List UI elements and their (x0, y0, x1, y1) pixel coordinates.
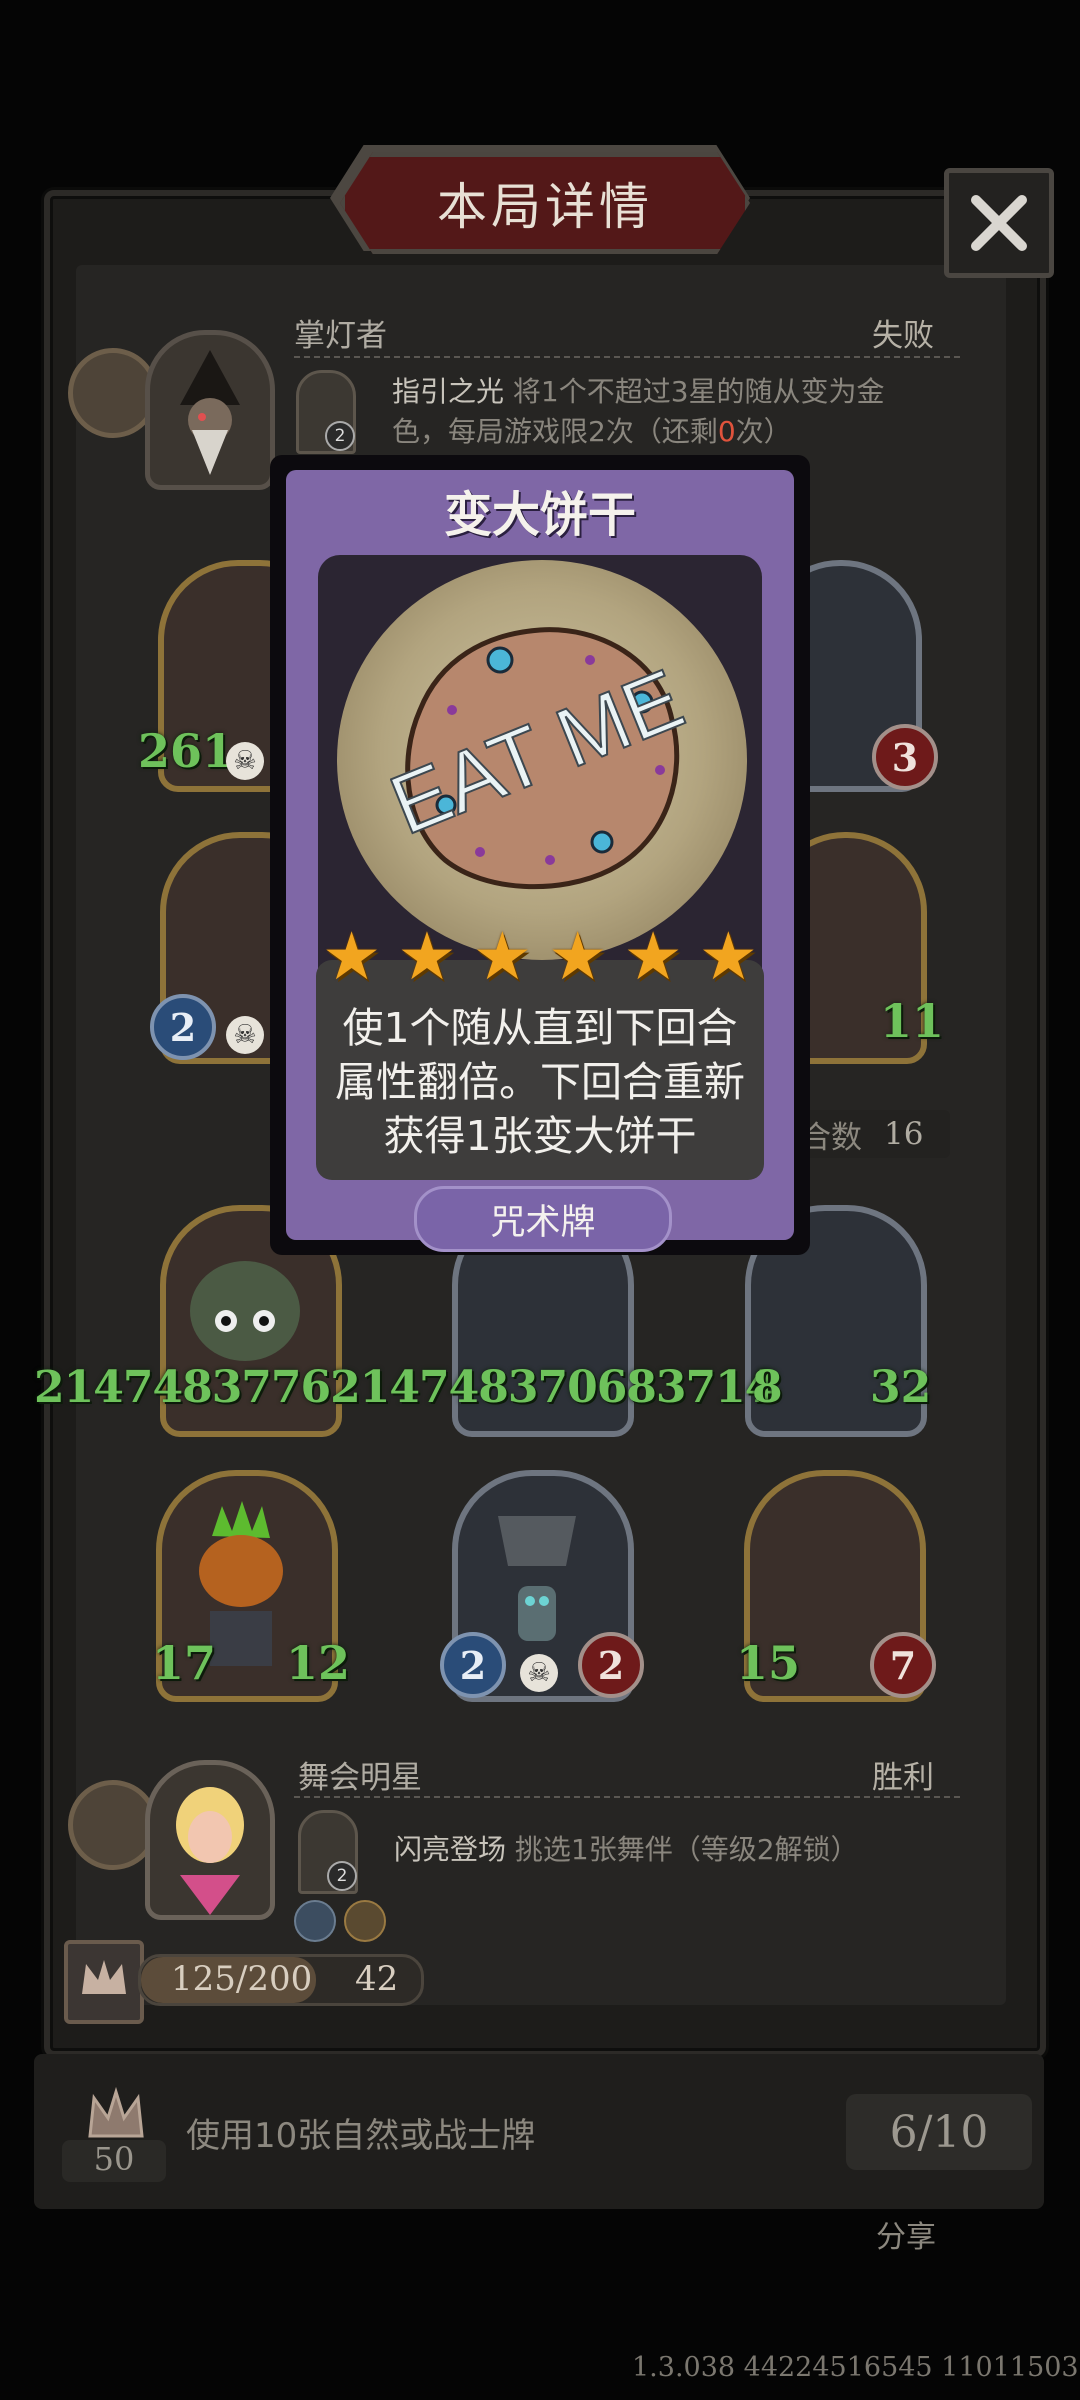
quest-progress: 6/10 (846, 2094, 1032, 2170)
star-icon: ★ (472, 918, 532, 995)
star-icon: ★ (698, 918, 758, 995)
card-title: 变大饼干 (443, 487, 636, 543)
hero-exp-bar: 125/200 42 (138, 1954, 424, 2006)
card-description-line: 获得1张变大饼干 (383, 1112, 697, 1160)
player-name: 舞会明星 (298, 1760, 422, 1796)
hero-portrait-ball-star[interactable] (145, 1760, 275, 1920)
card-type-badge: 咒术牌 (414, 1186, 672, 1252)
page-title: 本局详情 (437, 178, 653, 236)
hero-power-description: 指引之光 将1个不超过3星的随从变为金 色，每局游戏限2次（还剩0次） (392, 372, 952, 452)
hero-power-desc-1: 将1个不超过3星的随从变为金 (504, 375, 885, 408)
minion-health: 2 (578, 1632, 644, 1698)
star-icon: ★ (397, 918, 457, 995)
hero-power-level: 2 (327, 1861, 357, 1891)
minion-stats-overflow: 2147483776214748370683714 (34, 1362, 775, 1413)
quest-level: 50 (62, 2140, 166, 2182)
hero-power-remaining: 0 (717, 415, 736, 448)
close-button[interactable] (944, 168, 1054, 278)
version-text: 1.3.038 44224516545 11011503 (632, 2352, 1079, 2383)
hero-gold: 42 (355, 1959, 399, 1999)
hero-power-level: 2 (325, 421, 355, 451)
hero-power-name: 指引之光 (392, 375, 505, 408)
player-name: 掌灯者 (294, 318, 387, 354)
hero-power-desc-3: 次） (735, 415, 792, 448)
turn-counter-value: 16 (884, 1116, 924, 1152)
player-result: 失败 (872, 318, 934, 354)
minion-attack: 15 (736, 1636, 801, 1690)
star-icon: ★ (623, 918, 683, 995)
skull-icon: ☠ (226, 1016, 264, 1054)
sword-tribe-icon (294, 1900, 336, 1942)
card-title-area: 变大饼干 (286, 470, 794, 550)
crown-rank-icon (64, 1940, 144, 2024)
skull-icon: ☠ (520, 1654, 558, 1692)
hero-portrait-lamplighter[interactable] (145, 330, 275, 490)
player-result: 胜利 (872, 1760, 934, 1796)
minion-health: 11 (880, 994, 945, 1048)
minion-attack: 2 (440, 1632, 506, 1698)
minion-health: 32 (870, 1362, 932, 1413)
minion-attack: 2 (150, 994, 216, 1060)
hero-power-description: 闪亮登场 挑选1张舞伴（等级2解锁） (394, 1830, 859, 1870)
hero-power-name: 闪亮登场 (394, 1833, 507, 1866)
minion-attack: 261 (138, 724, 235, 778)
card-description-line: 属性翻倍。下回合重新 (335, 1058, 745, 1106)
minion-attack: 17 (152, 1636, 217, 1690)
hero-power-icon[interactable]: 2 (298, 1810, 358, 1894)
minion-attack: 8 (752, 1362, 783, 1413)
cookie-art: EAT ME (390, 627, 690, 890)
hero-power-desc: 挑选1张舞伴（等级2解锁） (506, 1833, 859, 1866)
divider (294, 1796, 960, 1798)
ball-star-avatar (176, 1787, 244, 1915)
hero-exp-text: 125/200 (171, 1959, 313, 1999)
lamplighter-avatar (180, 350, 240, 475)
close-icon (971, 195, 1027, 251)
turn-counter: 合数 16 (796, 1110, 950, 1158)
minion-health: 12 (286, 1636, 351, 1690)
star-icon: ★ (548, 918, 608, 995)
hero-power-desc-2: 色，每局游戏限2次（还剩 (392, 415, 718, 448)
shield-tribe-icon (344, 1900, 386, 1942)
minion-health: 7 (870, 1632, 936, 1698)
card-description-line: 使1个随从直到下回合 (342, 1004, 738, 1052)
minion-health: 3 (872, 724, 938, 790)
card-star-rating: ★ ★ ★ ★ ★ ★ (322, 924, 758, 994)
star-icon: ★ (322, 918, 382, 995)
skull-icon: ☠ (226, 742, 264, 780)
quest-text: 使用10张自然或战士牌 (186, 2116, 536, 2156)
hero-power-icon[interactable]: 2 (296, 370, 356, 454)
share-button[interactable]: 分享 (876, 2212, 936, 2256)
divider (294, 356, 960, 358)
title-plate: 本局详情 (340, 152, 750, 254)
